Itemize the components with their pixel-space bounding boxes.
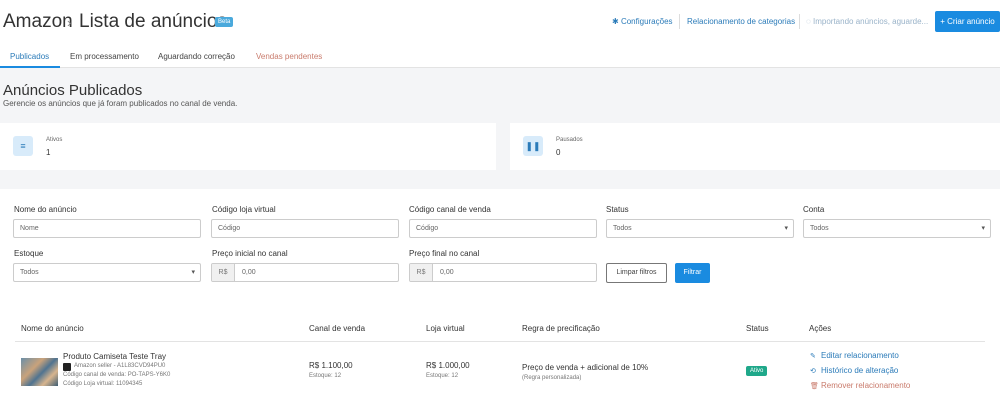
pricing-rule: Preço de venda + adicional de 10%	[522, 363, 649, 372]
stock-select[interactable]: Todos ▾	[13, 263, 201, 282]
name-filter-label: Nome do anúncio	[14, 205, 77, 214]
tab-published[interactable]: Publicados	[10, 52, 49, 61]
history-icon: ⟲	[810, 368, 816, 375]
channel-code-filter-label: Código canal de venda	[409, 205, 491, 214]
channel-code-input[interactable]: Código	[409, 219, 597, 238]
column-header-store: Loja virtual	[426, 324, 465, 333]
channel-code: Código canal de venda: PO-TAPS-Y6K0	[63, 372, 171, 378]
account-filter-label: Conta	[803, 205, 825, 214]
table-row: Produto Camiseta Teste Tray Amazon selle…	[0, 342, 1000, 413]
edit-icon: ✎	[810, 353, 816, 360]
stat-value: 0	[556, 148, 561, 157]
importing-status: ◌ Importando anúncios, aguarde...	[806, 17, 929, 26]
store-code-filter-label: Código loja virtual	[212, 205, 276, 214]
status-select[interactable]: Todos ▾	[606, 219, 794, 238]
top-bar: Amazon › Lista de anúncios Beta ✱ Config…	[0, 0, 1000, 44]
listings-panel: Nome do anúncio Código loja virtual Códi…	[0, 189, 1000, 413]
trash-icon: 🗑	[810, 383, 819, 390]
column-header-actions: Ações	[809, 324, 832, 333]
stat-label: Ativos	[46, 137, 63, 143]
channel-price: R$ 1.100,00	[309, 361, 353, 370]
chevron-down-icon: ▾	[191, 269, 195, 276]
list-icon: ≡	[13, 136, 33, 156]
stat-value: 1	[46, 148, 51, 157]
settings-link[interactable]: ✱ Configurações	[612, 17, 673, 26]
create-listing-button[interactable]: + Criar anúncio	[935, 11, 1000, 32]
product-thumbnail	[21, 358, 58, 386]
gear-icon: ✱	[612, 17, 619, 26]
tab-pending-sales[interactable]: Vendas pendentes	[256, 52, 322, 61]
price-start-label: Preço inicial no canal	[212, 249, 288, 258]
active-stat-card: ≡ Ativos 1	[0, 123, 496, 170]
channel-stock: Estoque: 12	[309, 373, 342, 379]
column-header-pricing-rule: Regra de precificação	[522, 324, 600, 333]
section-subtitle: Gerencie os anúncios que já foram public…	[3, 99, 238, 108]
remove-relationship-link[interactable]: 🗑 Remover relacionamento	[810, 381, 910, 390]
active-tab-indicator	[0, 66, 60, 68]
store-code-input[interactable]: Código	[211, 219, 399, 238]
amazon-icon	[63, 363, 71, 371]
stock-filter-label: Estoque	[14, 249, 44, 258]
divider	[679, 14, 680, 29]
beta-badge: Beta	[215, 17, 234, 27]
chevron-down-icon: ▾	[981, 225, 985, 232]
change-history-link[interactable]: ⟲ Histórico de alteração	[810, 366, 898, 375]
paused-stat-card: ❚❚ Pausados 0	[510, 123, 1000, 170]
chevron-down-icon: ▾	[784, 225, 788, 232]
edit-relationship-link[interactable]: ✎ Editar relacionamento	[810, 351, 899, 360]
column-header-name: Nome do anúncio	[21, 324, 84, 333]
column-header-status: Status	[746, 324, 769, 333]
column-header-channel: Canal de venda	[309, 324, 366, 333]
tab-awaiting-correction[interactable]: Aguardando correção	[158, 52, 235, 61]
clear-filters-button[interactable]: Limpar filtros	[606, 263, 667, 283]
product-name[interactable]: Produto Camiseta Teste Tray	[63, 352, 166, 361]
account-select[interactable]: Todos ▾	[803, 219, 991, 238]
seller-account: Amazon seller - A1L83CVD94PU0	[74, 363, 166, 369]
status-badge: Ativo	[746, 366, 768, 376]
price-start-input[interactable]: R$ 0,00	[211, 263, 399, 282]
price-end-label: Preço final no canal	[409, 249, 480, 258]
store-code: Código Loja virtual: 11094345	[63, 381, 143, 387]
page-title: Lista de anúncios	[79, 11, 227, 32]
breadcrumb-separator-icon: ›	[67, 15, 72, 30]
filter-button[interactable]: Filtrar	[675, 263, 710, 283]
stat-label: Pausados	[556, 137, 583, 143]
currency-prefix: R$	[212, 264, 235, 281]
name-input[interactable]: Nome	[13, 219, 201, 238]
pricing-rule-note: (Regra personalizada)	[522, 375, 582, 381]
category-mapping-link[interactable]: Relacionamento de categorias	[687, 17, 795, 26]
price-end-input[interactable]: R$ 0,00	[409, 263, 597, 282]
pause-icon: ❚❚	[523, 136, 543, 156]
spinner-icon: ◌	[806, 17, 811, 26]
breadcrumb-root[interactable]: Amazon	[3, 11, 73, 33]
store-price: R$ 1.000,00	[426, 361, 470, 370]
currency-prefix: R$	[410, 264, 433, 281]
status-filter-label: Status	[606, 205, 629, 214]
store-stock: Estoque: 12	[426, 373, 459, 379]
divider	[799, 14, 800, 29]
section-title: Anúncios Publicados	[3, 82, 143, 99]
tab-bar: Publicados Em processamento Aguardando c…	[0, 44, 1000, 68]
tab-processing[interactable]: Em processamento	[70, 52, 139, 61]
